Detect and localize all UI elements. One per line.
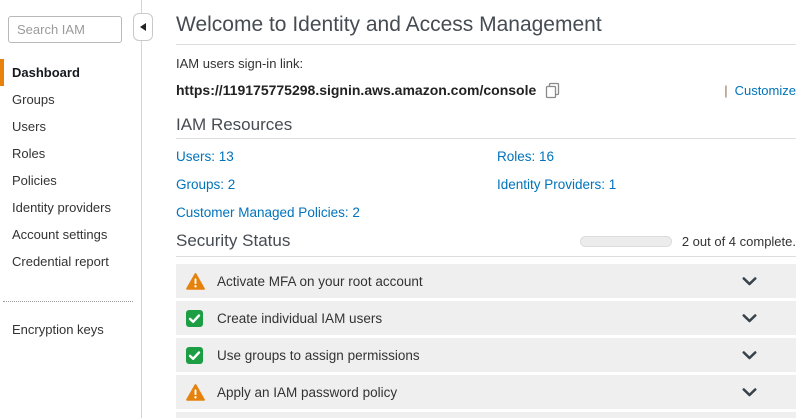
customize-divider: | bbox=[724, 83, 727, 98]
chevron-down-icon[interactable] bbox=[742, 388, 757, 397]
signin-url: https://119175775298.signin.aws.amazon.c… bbox=[176, 82, 536, 98]
chevron-down-icon[interactable] bbox=[742, 277, 757, 286]
security-row-label: Apply an IAM password policy bbox=[217, 385, 397, 400]
security-row-label: Use groups to assign permissions bbox=[217, 348, 420, 363]
sidebar-item-dashboard[interactable]: Dashboard bbox=[0, 59, 141, 86]
sidebar-collapse-button[interactable] bbox=[133, 13, 153, 41]
resource-link-roles[interactable]: Roles: 16 bbox=[497, 149, 796, 164]
resource-link-groups[interactable]: Groups: 2 bbox=[176, 177, 497, 192]
sidebar-nav: Dashboard Groups Users Roles Policies Id… bbox=[0, 59, 141, 343]
chevron-down-icon[interactable] bbox=[742, 351, 757, 360]
customize-wrap: | Customize bbox=[724, 83, 796, 98]
check-icon bbox=[186, 347, 205, 364]
warning-icon bbox=[186, 384, 205, 401]
security-row-partial[interactable] bbox=[176, 412, 796, 418]
security-status-title: Security Status bbox=[176, 231, 290, 251]
security-row-use-groups[interactable]: Use groups to assign permissions bbox=[176, 338, 796, 372]
sidebar-item-roles[interactable]: Roles bbox=[0, 140, 141, 167]
chevron-down-icon[interactable] bbox=[742, 314, 757, 323]
copy-icon[interactable] bbox=[544, 82, 561, 99]
signin-link-label: IAM users sign-in link: bbox=[176, 56, 796, 72]
sidebar-item-groups[interactable]: Groups bbox=[0, 86, 141, 113]
sidebar-item-identity-providers[interactable]: Identity providers bbox=[0, 194, 141, 221]
iam-resources-links: Users: 13 Roles: 16 Groups: 2 Identity P… bbox=[176, 142, 796, 226]
main-content: Welcome to Identity and Access Managemen… bbox=[176, 0, 796, 418]
resource-link-users[interactable]: Users: 13 bbox=[176, 149, 497, 164]
progress-bar bbox=[580, 236, 672, 247]
collapse-left-triangle-icon bbox=[140, 23, 146, 31]
sidebar-item-users[interactable]: Users bbox=[0, 113, 141, 140]
sidebar-item-account-settings[interactable]: Account settings bbox=[0, 221, 141, 248]
sidebar-item-policies[interactable]: Policies bbox=[0, 167, 141, 194]
signin-link-row: https://119175775298.signin.aws.amazon.c… bbox=[176, 81, 796, 99]
security-row-label: Create individual IAM users bbox=[217, 311, 382, 326]
warning-icon bbox=[186, 273, 205, 290]
iam-resources-title: IAM Resources bbox=[176, 115, 796, 139]
customize-link[interactable]: Customize bbox=[735, 83, 796, 98]
security-status-header: Security Status 2 out of 4 complete. bbox=[176, 231, 796, 257]
security-row-password-policy[interactable]: Apply an IAM password policy bbox=[176, 375, 796, 409]
security-row-create-iam-users[interactable]: Create individual IAM users bbox=[176, 301, 796, 335]
page-title: Welcome to Identity and Access Managemen… bbox=[176, 13, 796, 45]
security-row-activate-mfa[interactable]: Activate MFA on your root account bbox=[176, 264, 796, 298]
security-status-list: Activate MFA on your root account Create… bbox=[176, 264, 796, 418]
sidebar-item-encryption-keys[interactable]: Encryption keys bbox=[0, 316, 141, 343]
progress-text: 2 out of 4 complete. bbox=[682, 234, 796, 249]
sidebar-item-credential-report[interactable]: Credential report bbox=[0, 248, 141, 275]
sidebar: Dashboard Groups Users Roles Policies Id… bbox=[0, 0, 142, 418]
sidebar-divider bbox=[3, 301, 133, 302]
resource-link-identity-providers[interactable]: Identity Providers: 1 bbox=[497, 177, 796, 192]
security-row-label: Activate MFA on your root account bbox=[217, 274, 423, 289]
resource-link-customer-managed-policies[interactable]: Customer Managed Policies: 2 bbox=[176, 205, 497, 220]
check-icon bbox=[186, 310, 205, 327]
search-input[interactable] bbox=[8, 16, 122, 43]
